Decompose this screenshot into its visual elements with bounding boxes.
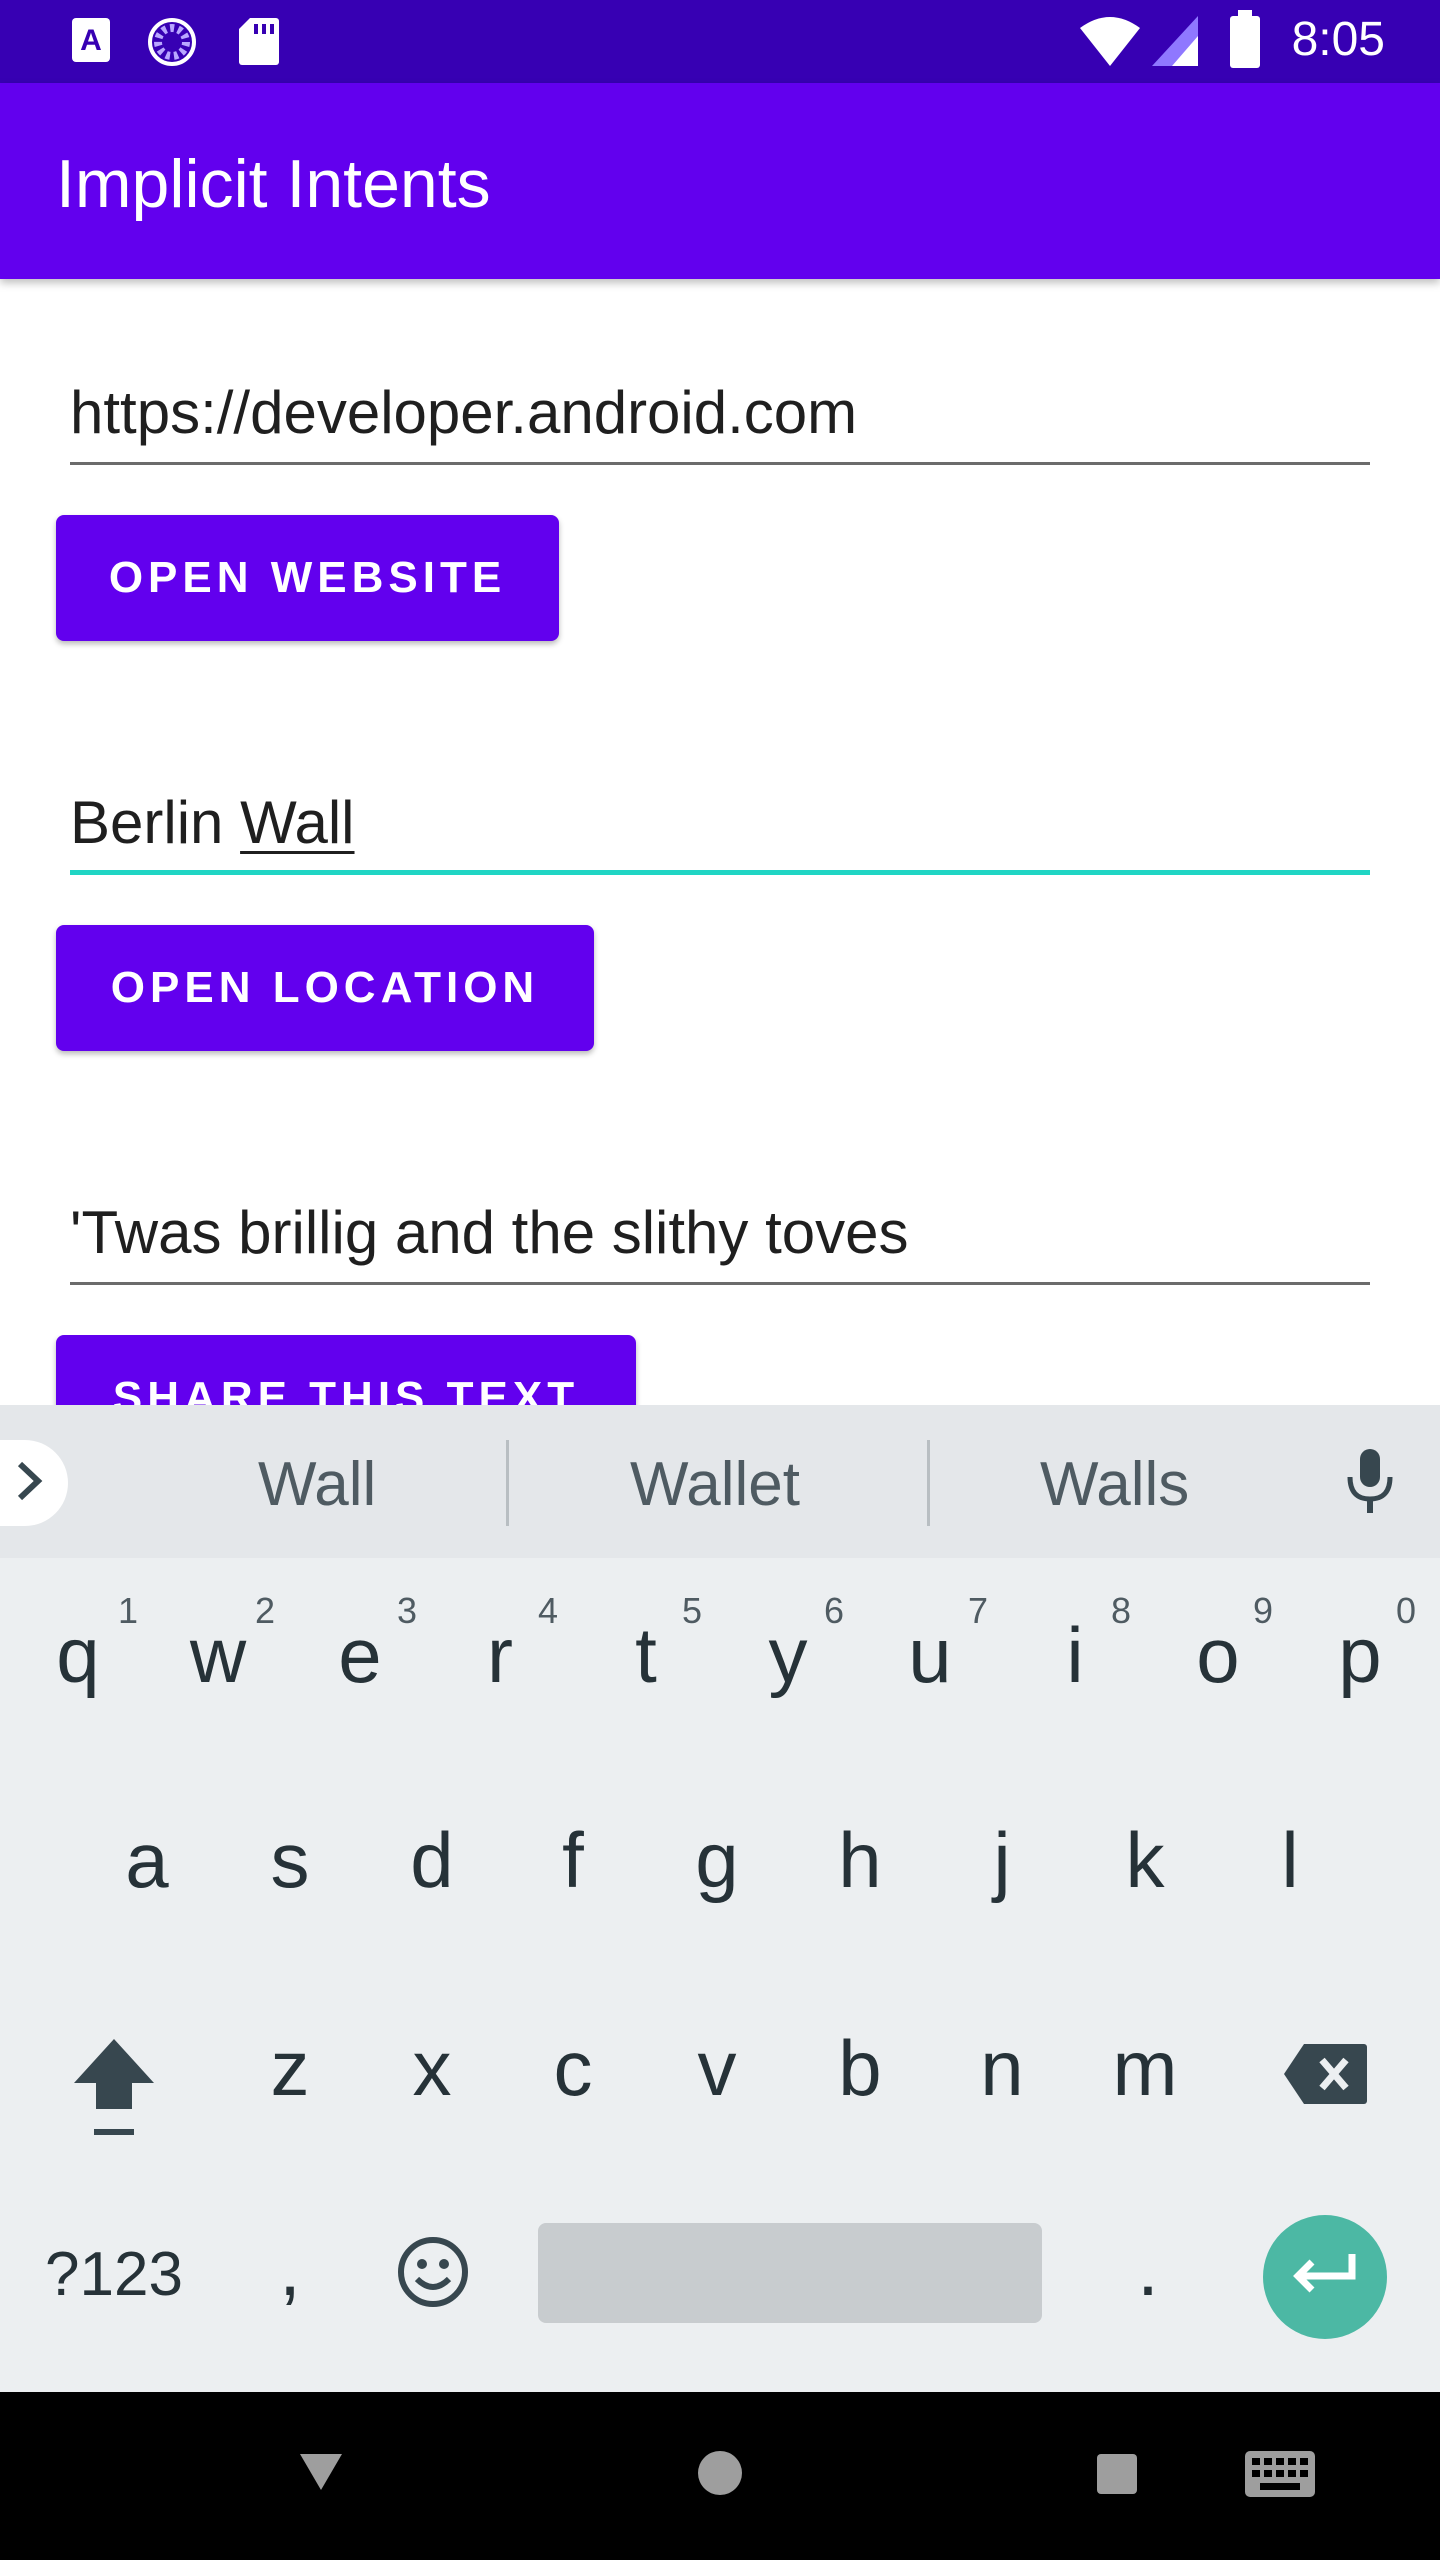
recents-icon[interactable] bbox=[1096, 2453, 1138, 2500]
key-h[interactable]: h bbox=[810, 1815, 910, 1906]
status-bar: A 8:05 bbox=[0, 0, 1440, 83]
key-f[interactable]: f bbox=[523, 1815, 623, 1906]
key-hint: 1 bbox=[118, 1590, 139, 1631]
key-e[interactable]: e bbox=[310, 1610, 410, 1701]
website-field-underline bbox=[70, 462, 1370, 465]
key-i[interactable]: i bbox=[1025, 1610, 1125, 1701]
status-time: 8:05 bbox=[1291, 13, 1385, 66]
key-hint: 0 bbox=[1396, 1590, 1417, 1631]
website-input-text: https://developer.android.com bbox=[70, 379, 858, 446]
shift-icon bbox=[70, 2039, 158, 2143]
sd-card-icon bbox=[238, 16, 280, 71]
keyboard-switch-icon[interactable] bbox=[1244, 2450, 1316, 2503]
key-w[interactable]: w bbox=[168, 1610, 268, 1701]
key-u[interactable]: u bbox=[880, 1610, 980, 1701]
key-hint: 4 bbox=[538, 1590, 559, 1631]
key-q[interactable]: q bbox=[28, 1610, 128, 1701]
key-y[interactable]: y bbox=[738, 1610, 838, 1701]
microphone-icon[interactable] bbox=[1345, 1447, 1395, 1522]
key-d[interactable]: d bbox=[382, 1815, 482, 1906]
suggestion-strip: Wall Wallet Walls bbox=[0, 1405, 1440, 1558]
key-hint: 7 bbox=[968, 1590, 989, 1631]
website-field[interactable]: https://developer.android.com bbox=[70, 379, 1370, 465]
key-s[interactable]: s bbox=[240, 1815, 340, 1906]
key-t[interactable]: t bbox=[596, 1610, 696, 1701]
loading-circle-icon bbox=[146, 16, 198, 73]
share-input-text: 'Twas brillig and the slithy toves bbox=[70, 1199, 909, 1266]
suggestion-item[interactable]: Walls bbox=[1040, 1449, 1189, 1520]
key-g[interactable]: g bbox=[667, 1815, 767, 1906]
share-field[interactable]: 'Twas brillig and the slithy toves bbox=[70, 1199, 1370, 1285]
key-z[interactable]: z bbox=[240, 2023, 340, 2114]
emoji-key[interactable] bbox=[396, 2235, 470, 2314]
space-key[interactable] bbox=[538, 2223, 1042, 2323]
location-input-text: Berlin Wall bbox=[70, 788, 355, 857]
share-button-clip: SHARE THIS TEXT bbox=[0, 1335, 1440, 1405]
key-j[interactable]: j bbox=[952, 1815, 1052, 1906]
signal-icon bbox=[1150, 14, 1200, 73]
key-m[interactable]: m bbox=[1095, 2023, 1195, 2114]
key-k[interactable]: k bbox=[1095, 1815, 1195, 1906]
key-hint: 8 bbox=[1111, 1590, 1132, 1631]
key-a[interactable]: a bbox=[97, 1815, 197, 1906]
key-hint: 2 bbox=[255, 1590, 276, 1631]
key-hint: 3 bbox=[397, 1590, 418, 1631]
suggestion-item[interactable]: Wallet bbox=[630, 1449, 800, 1520]
key-x[interactable]: x bbox=[382, 2023, 482, 2114]
symbols-key[interactable]: ?123 bbox=[45, 2239, 183, 2310]
backspace-key[interactable] bbox=[1282, 2042, 1368, 2111]
home-icon[interactable] bbox=[697, 2450, 743, 2501]
system-nav-bar bbox=[0, 2392, 1440, 2560]
key-l[interactable]: l bbox=[1240, 1815, 1340, 1906]
key-b[interactable]: b bbox=[810, 2023, 910, 2114]
key-v[interactable]: v bbox=[667, 2023, 767, 2114]
suggestion-divider bbox=[927, 1440, 930, 1526]
open-website-button[interactable]: OPEN WEBSITE bbox=[56, 515, 559, 641]
key-c[interactable]: c bbox=[523, 2023, 623, 2114]
a-badge-icon: A bbox=[70, 16, 112, 69]
shift-key[interactable] bbox=[70, 2035, 158, 2144]
expand-suggestions-button[interactable] bbox=[0, 1440, 68, 1526]
backspace-icon bbox=[1282, 2044, 1368, 2110]
app-bar: Implicit Intents bbox=[0, 83, 1440, 279]
suggestion-divider bbox=[506, 1440, 509, 1526]
location-text-prefix: Berlin bbox=[70, 789, 241, 856]
key-hint: 6 bbox=[824, 1590, 845, 1631]
location-field[interactable]: Berlin Wall bbox=[70, 789, 1370, 875]
battery-icon bbox=[1228, 10, 1262, 75]
emoji-icon bbox=[396, 2237, 470, 2313]
key-comma[interactable]: , bbox=[240, 2223, 340, 2314]
key-r[interactable]: r bbox=[450, 1610, 550, 1701]
svg-text:A: A bbox=[80, 24, 102, 57]
soft-keyboard: Wall Wallet Walls q 1 w 2 e 3 r 4 t 5 y … bbox=[0, 1405, 1440, 2392]
wifi-icon bbox=[1078, 14, 1142, 73]
page-title: Implicit Intents bbox=[56, 146, 491, 222]
enter-icon bbox=[1290, 2250, 1360, 2305]
key-n[interactable]: n bbox=[952, 2023, 1052, 2114]
back-icon[interactable] bbox=[298, 2452, 344, 2497]
share-field-underline bbox=[70, 1282, 1370, 1285]
share-text-button[interactable]: SHARE THIS TEXT bbox=[56, 1335, 636, 1405]
suggestion-item[interactable]: Wall bbox=[258, 1449, 376, 1520]
key-hint: 9 bbox=[1253, 1590, 1274, 1631]
open-location-button[interactable]: OPEN LOCATION bbox=[56, 925, 594, 1051]
key-hint: 5 bbox=[682, 1590, 703, 1631]
key-period[interactable]: . bbox=[1098, 2223, 1198, 2314]
key-p[interactable]: p bbox=[1310, 1610, 1410, 1701]
enter-key[interactable] bbox=[1263, 2215, 1387, 2339]
chevron-right-icon bbox=[12, 1458, 46, 1509]
location-composing-word: Wall bbox=[240, 789, 355, 856]
location-field-underline bbox=[70, 870, 1370, 875]
